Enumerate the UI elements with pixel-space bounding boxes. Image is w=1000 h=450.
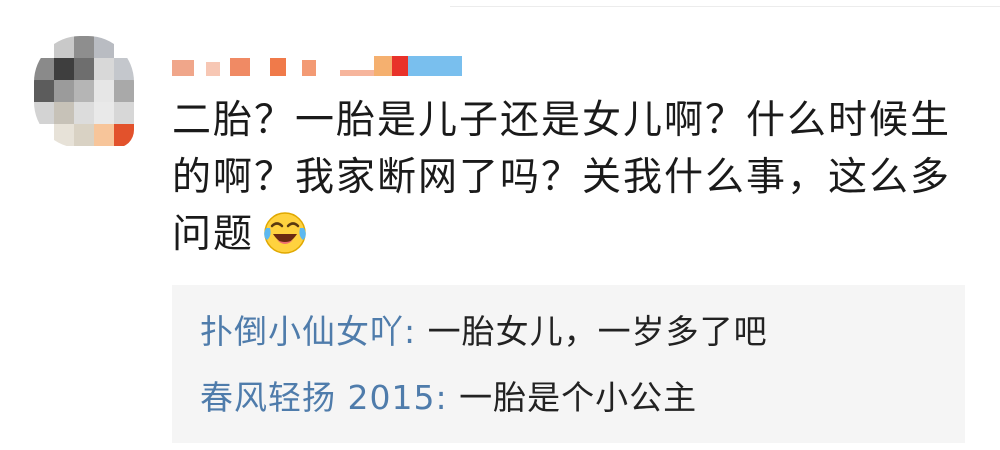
reply-text: 一胎是个小公主 <box>459 378 698 417</box>
top-divider <box>450 0 1000 7</box>
avatar[interactable] <box>34 36 134 148</box>
laughing-crying-face-icon <box>262 210 308 256</box>
reply-item[interactable]: 春风轻扬 2015: 一胎是个小公主 <box>200 376 697 420</box>
reply-item[interactable]: 扑倒小仙女吖: 一胎女儿，一岁多了吧 <box>200 310 768 354</box>
reply-separator: : <box>404 312 428 351</box>
reply-text: 一胎女儿，一岁多了吧 <box>427 312 768 351</box>
reply-username[interactable]: 春风轻扬 2015 <box>200 378 435 417</box>
username[interactable] <box>172 56 472 76</box>
reply-separator: : <box>435 378 460 417</box>
reply-list: 扑倒小仙女吖: 一胎女儿，一岁多了吧 春风轻扬 2015: 一胎是个小公主 <box>172 285 965 443</box>
reply-username[interactable]: 扑倒小仙女吖 <box>200 312 404 351</box>
comment-text: 二胎？一胎是儿子还是女儿啊？什么时候生的啊？我家断网了吗？关我什么事，这么多问题 <box>172 92 962 263</box>
weibo-comment-screenshot: 二胎？一胎是儿子还是女儿啊？什么时候生的啊？我家断网了吗？关我什么事，这么多问题… <box>0 0 1000 450</box>
